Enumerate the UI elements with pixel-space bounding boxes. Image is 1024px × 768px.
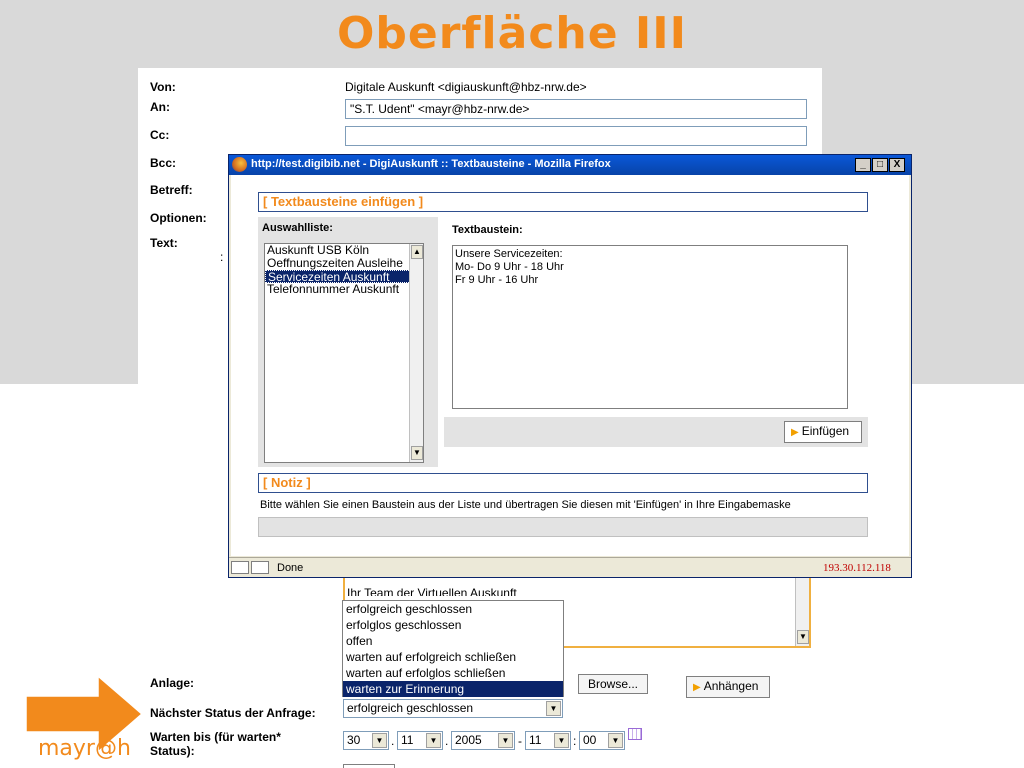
status-option[interactable]: erfolgreich geschlossen <box>343 601 563 617</box>
warten-bis-label-line1: Warten bis (für warten* <box>150 730 281 744</box>
auswahlliste-label: Auswahlliste: <box>262 222 333 234</box>
notiz-text: Bitte wählen Sie einen Baustein aus der … <box>260 499 791 511</box>
popup-statusbar: Done 193.30.112.118 <box>229 557 911 577</box>
notiz-bar <box>258 517 868 537</box>
day-value: 30 <box>347 733 361 747</box>
popup-titlebar[interactable]: http://test.digibib.net - DigiAuskunft :… <box>229 155 911 175</box>
year-value: 2005 <box>455 733 482 747</box>
von-label: Von: <box>150 80 176 94</box>
text-area-scrollbar[interactable]: ▼ <box>795 578 809 646</box>
date-time-separator: - <box>518 734 522 748</box>
maximize-icon[interactable]: □ <box>872 158 888 172</box>
auswahlliste-panel: Auswahlliste: Auskunft USB Köln Oeffnung… <box>258 217 438 467</box>
auswahlliste-listbox[interactable]: Auskunft USB Köln Oeffnungszeiten Auslei… <box>264 243 424 463</box>
browse-button[interactable]: Browse... <box>578 674 648 694</box>
cc-field[interactable] <box>345 126 807 146</box>
date-separator: . <box>391 734 395 748</box>
status-option[interactable]: erfolglos geschlossen <box>343 617 563 633</box>
chevron-down-icon[interactable]: ▼ <box>546 701 561 716</box>
status-option[interactable]: warten auf erfolglos schließen <box>343 665 563 681</box>
minute-value: 00 <box>583 733 597 747</box>
einfuegen-bar: ▶ Einfügen <box>444 417 868 447</box>
date-separator: . <box>445 734 449 748</box>
corner-text: mayr@h <box>38 736 131 761</box>
text-area-content: Ihr Team der Virtuellen Auskunft <box>347 586 517 596</box>
von-value: Digitale Auskunft <digiauskunft@hbz-nrw.… <box>345 80 587 94</box>
calendar-icon[interactable] <box>628 728 642 740</box>
status-page-icon <box>231 561 249 574</box>
firefox-icon <box>232 157 247 172</box>
optionen-label: Optionen: <box>150 211 207 225</box>
hour-select[interactable]: 11 ▼ <box>525 731 571 750</box>
chevron-down-icon[interactable]: ▼ <box>554 733 569 748</box>
status-select-value: erfolgreich geschlossen <box>347 701 474 715</box>
popup-content: [ Textbausteine einfügen ] Auswahlliste:… <box>231 175 909 556</box>
status-dropdown-list[interactable]: erfolgreich geschlossen erfolglos geschl… <box>342 600 564 697</box>
anlage-label: Anlage: <box>150 676 195 690</box>
status-option[interactable]: warten auf erfolgreich schließen <box>343 649 563 665</box>
textbaustein-line: Mo- Do 9 Uhr - 18 Uhr <box>455 261 564 273</box>
day-select[interactable]: 30 ▼ <box>343 731 389 750</box>
list-scrollbar[interactable]: ▲ ▼ <box>409 244 423 462</box>
textbaustein-panel: Textbaustein: Unsere Servicezeiten: Mo- … <box>444 217 868 447</box>
cc-label: Cc: <box>150 128 170 142</box>
scroll-down-icon[interactable]: ▼ <box>411 446 423 460</box>
ip-address: 193.30.112.118 <box>823 562 891 574</box>
naechster-status-label: Nächster Status der Anfrage: <box>150 706 316 720</box>
arrow-right-icon: ▶ <box>791 427 799 438</box>
notiz-header: [ Notiz ] <box>258 473 868 493</box>
time-separator: : <box>573 734 577 748</box>
status-pen-icon <box>251 561 269 574</box>
betreff-label: Betreff: <box>150 183 193 197</box>
list-item[interactable]: Oeffnungszeiten Ausleihe <box>265 257 423 270</box>
einfuegen-label: Einfügen <box>801 424 850 438</box>
text-colon: : <box>220 250 224 264</box>
warten-bis-label-line2: Status): <box>150 744 195 758</box>
textbausteine-header: [ Textbausteine einfügen ] <box>258 192 868 212</box>
bcc-label: Bcc: <box>150 156 177 170</box>
scroll-down-icon[interactable]: ▼ <box>797 630 809 644</box>
list-item[interactable]: Telefonnummer Auskunft <box>265 283 423 296</box>
textbaustein-line: Unsere Servicezeiten: <box>455 248 563 260</box>
warten-bis-label: Warten bis (für warten* Status): <box>150 730 281 758</box>
hour-value: 11 <box>529 733 542 747</box>
status-option[interactable]: offen <box>343 633 563 649</box>
anhaengen-button[interactable]: ▶ Anhängen <box>686 676 770 698</box>
chevron-down-icon[interactable]: ▼ <box>608 733 623 748</box>
close-icon[interactable]: X <box>889 158 905 172</box>
minute-select[interactable]: 00 ▼ <box>579 731 625 750</box>
an-label: An: <box>150 100 170 114</box>
month-select[interactable]: 11 ▼ <box>397 731 443 750</box>
textbaustein-textarea[interactable]: Unsere Servicezeiten: Mo- Do 9 Uhr - 18 … <box>452 245 848 409</box>
chevron-down-icon[interactable]: ▼ <box>372 733 387 748</box>
textbaustein-line: Fr 9 Uhr - 16 Uhr <box>455 274 539 286</box>
minimize-icon[interactable]: _ <box>855 158 871 172</box>
text-label: Text: <box>150 236 178 250</box>
an-field[interactable]: "S.T. Udent" <mayr@hbz-nrw.de> <box>345 99 807 119</box>
einfuegen-button[interactable]: ▶ Einfügen <box>784 421 862 443</box>
chevron-down-icon[interactable]: ▼ <box>498 733 513 748</box>
month-value: 11 <box>401 733 414 747</box>
anhaengen-label: Anhängen <box>703 679 759 693</box>
status-text: Done <box>277 562 304 574</box>
popup-window: http://test.digibib.net - DigiAuskunft :… <box>228 154 912 578</box>
status-select[interactable]: erfolgreich geschlossen ▼ <box>343 699 563 718</box>
year-select[interactable]: 2005 ▼ <box>451 731 515 750</box>
scroll-up-icon[interactable]: ▲ <box>411 245 423 259</box>
truncated-input <box>343 764 395 768</box>
textbaustein-label: Textbaustein: <box>452 224 523 236</box>
slide-title: Oberfläche III <box>336 8 688 59</box>
popup-title: http://test.digibib.net - DigiAuskunft :… <box>251 158 611 170</box>
arrow-right-icon: ▶ <box>693 682 701 693</box>
status-option-selected[interactable]: warten zur Erinnerung <box>343 681 563 697</box>
chevron-down-icon[interactable]: ▼ <box>426 733 441 748</box>
